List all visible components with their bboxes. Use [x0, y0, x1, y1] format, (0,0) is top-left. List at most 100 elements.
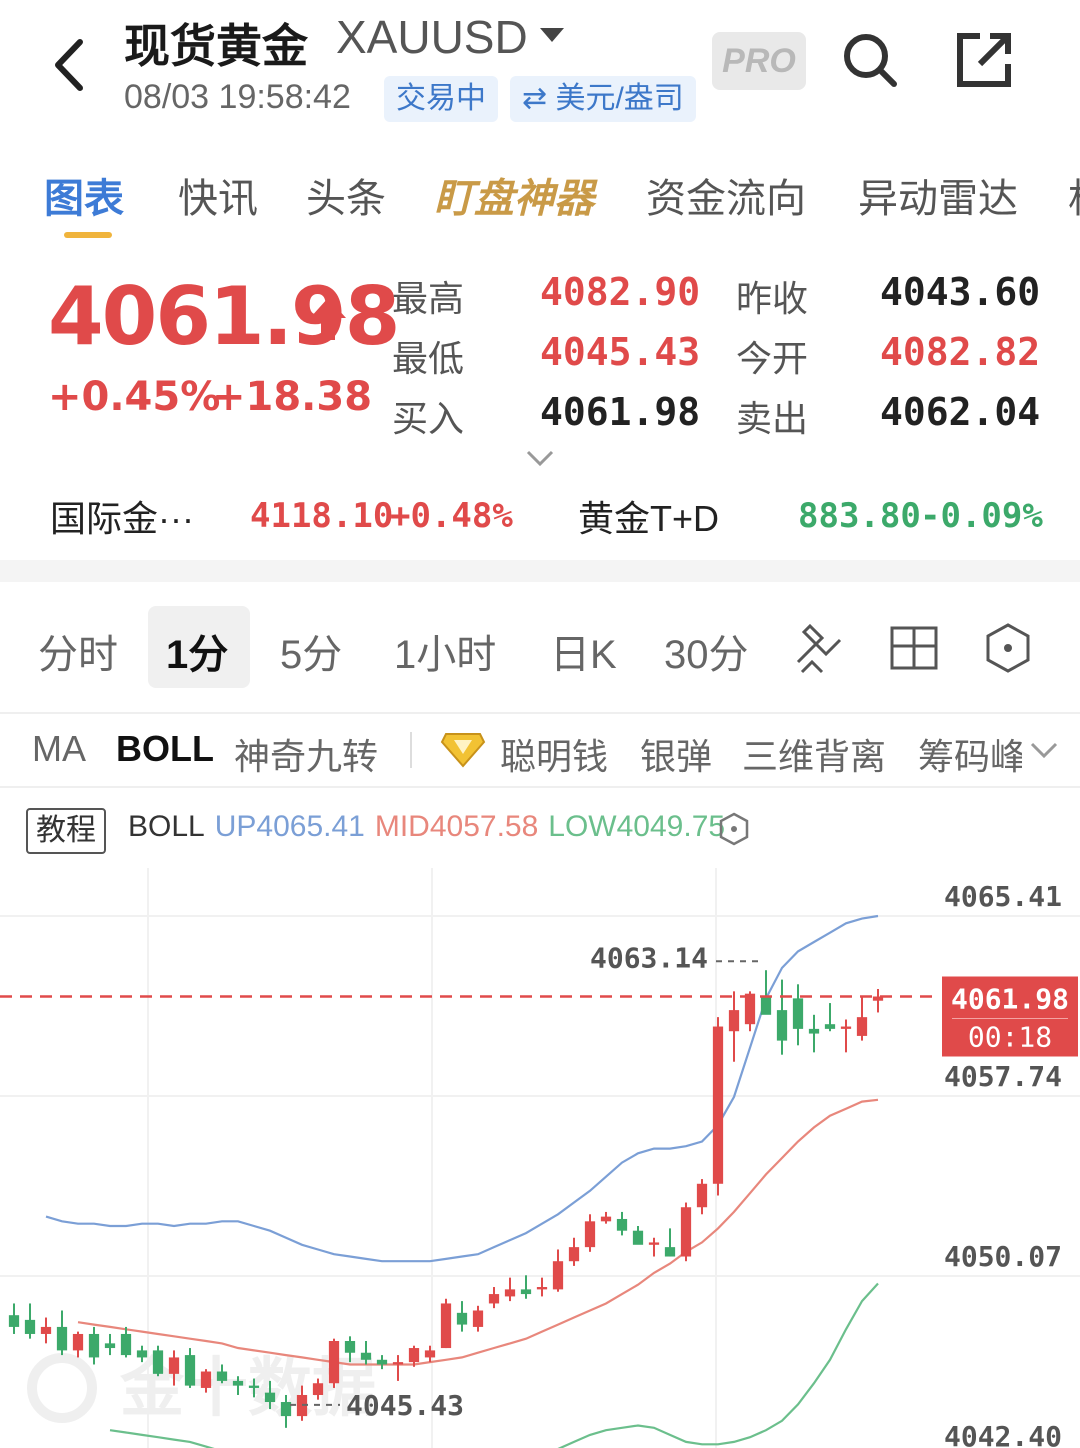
boll-legend-mid: MID4057.58	[374, 810, 539, 843]
candle-body-down	[24, 1319, 36, 1334]
candle-body-up	[552, 1261, 564, 1290]
header: 现货黄金 XAUUSD 08/03 19:58:42 交易中 ⇄ 美元/盎司 P…	[0, 0, 1080, 140]
indicator-ma[interactable]: MA	[32, 728, 86, 770]
prev-close-label: 昨收	[736, 278, 809, 319]
candle-body-down	[264, 1392, 276, 1403]
price-axis-label: 4057.74	[944, 1060, 1062, 1093]
tab-capital-flow[interactable]: 资金流向	[646, 166, 806, 224]
related-name[interactable]: 黄金T+D	[578, 490, 719, 542]
share-icon[interactable]	[954, 30, 1014, 90]
candle-body-down	[760, 996, 772, 1015]
high-marker-label: 4063.14	[590, 941, 708, 974]
tab-headlines[interactable]: 头条	[306, 166, 386, 224]
diamond-icon	[440, 733, 486, 768]
boll-legend-low: LOW4049.75	[548, 810, 726, 843]
expand-chevron-icon[interactable]	[524, 444, 556, 472]
candle-body-down	[88, 1333, 100, 1358]
indicator-chip-peak[interactable]: 筹码峰	[918, 728, 1022, 780]
indicator-boll[interactable]: BOLL	[116, 728, 214, 770]
candle-body-up	[424, 1350, 436, 1358]
related-quotes: 国际金··· 4118.10 +0.48% 黄金T+D 883.80 -0.09…	[0, 490, 1080, 550]
section-separator	[0, 560, 1080, 582]
period-daily[interactable]: 日K	[550, 622, 617, 680]
boll-legend: BOLL UP4065.41 MID4057.58 LOW4049.75	[128, 810, 735, 844]
boll-legend-name: BOLL	[128, 810, 205, 843]
boll-legend-up: UP4065.41	[214, 810, 365, 843]
candle-body-up	[568, 1247, 580, 1262]
candle-body-down	[520, 1289, 532, 1295]
candle-body-up	[392, 1362, 404, 1365]
tab-more[interactable]: 相	[1068, 166, 1080, 224]
candle-body-down	[104, 1343, 116, 1349]
candle-body-up	[584, 1221, 596, 1248]
candle-body-up	[472, 1310, 484, 1327]
candle-body-down	[56, 1326, 68, 1351]
related-change: +0.48%	[390, 496, 513, 536]
candle-body-down	[184, 1355, 196, 1386]
symbol-dropdown-icon[interactable]	[540, 28, 564, 42]
back-arrow-icon[interactable]	[40, 30, 100, 100]
indicator-3d-divergence[interactable]: 三维背离	[742, 728, 886, 780]
bid-value: 4061.98	[540, 390, 701, 434]
indicator-smart-money[interactable]: 聪明钱	[500, 728, 608, 780]
period-30min[interactable]: 30分	[664, 622, 749, 680]
candle-body-down	[808, 1028, 820, 1034]
chart-canvas[interactable]: 金十数据4065.414057.744050.074042.404061.980…	[0, 788, 1080, 1448]
search-icon[interactable]	[840, 30, 900, 90]
tab-active-indicator	[64, 232, 112, 238]
countdown-label: 00:18	[968, 1020, 1052, 1053]
low-marker-label: 4045.43	[346, 1389, 464, 1422]
tab-chart[interactable]: 图表	[44, 166, 124, 224]
candle-body-down	[664, 1247, 676, 1257]
boll-settings-icon[interactable]	[718, 812, 750, 846]
candle-body-up	[744, 993, 756, 1025]
pro-button[interactable]: PRO	[712, 32, 806, 90]
indicator-magic-nine[interactable]: 神奇九转	[234, 728, 378, 780]
related-change: -0.09%	[920, 496, 1043, 536]
ask-label: 卖出	[736, 398, 809, 439]
high-value: 4082.90	[540, 270, 701, 314]
instrument-title: 现货黄金	[124, 20, 308, 72]
related-value: 4118.10	[250, 496, 394, 536]
indicator-silver-bullet[interactable]: 银弹	[640, 728, 712, 780]
candlestick-chart[interactable]: 金十数据 4065.41 4057.74 4050.07 4042.40 4061.98 0…	[0, 788, 1080, 1448]
section-tabs: 图表 快讯 头条 盯盘神器 资金流向 异动雷达 相	[0, 160, 1080, 240]
candle-body-up	[728, 1010, 740, 1032]
candle-body-down	[824, 1024, 836, 1029]
period-selector: 分时 1分 5分 1小时 日K 30分	[0, 600, 1080, 700]
unit-switch-button[interactable]: ⇄ 美元/盎司	[510, 76, 696, 122]
period-1min[interactable]: 1分	[166, 622, 228, 680]
instrument-symbol[interactable]: XAUUSD	[336, 10, 528, 64]
chevron-down-icon[interactable]	[1028, 738, 1060, 762]
candle-body-up	[328, 1341, 340, 1384]
candle-body-up	[168, 1357, 180, 1374]
layout-grid-icon[interactable]	[888, 622, 940, 674]
tutorial-button[interactable]: 教程	[26, 808, 106, 854]
low-value: 4045.43	[540, 330, 701, 374]
period-5min[interactable]: 5分	[280, 622, 342, 680]
low-label: 最低	[392, 338, 465, 379]
indicator-bar: MA BOLL 神奇九转 聪明钱 银弹 三维背离 筹码峰	[0, 714, 1080, 786]
period-time-sharing[interactable]: 分时	[38, 622, 118, 680]
candle-body-up	[712, 1026, 724, 1184]
chart-settings-icon[interactable]	[982, 622, 1034, 674]
tab-anomaly-radar[interactable]: 异动雷达	[858, 166, 1018, 224]
tab-watch-tool[interactable]: 盯盘神器	[434, 166, 594, 224]
up-arrow-icon	[310, 298, 346, 340]
candle-body-down	[456, 1312, 468, 1325]
candle-body-down	[216, 1371, 228, 1381]
watermark-logo-icon	[27, 1353, 97, 1423]
change-value: +18.38	[212, 374, 373, 420]
candle-body-down	[360, 1352, 372, 1360]
related-name[interactable]: 国际金···	[50, 490, 194, 542]
tab-flash-news[interactable]: 快讯	[178, 166, 258, 224]
candle-body-up	[696, 1183, 708, 1208]
drawing-tool-icon[interactable]	[792, 622, 844, 674]
candle-body-down	[776, 1010, 788, 1041]
related-value: 883.80	[798, 496, 921, 536]
prev-close-value: 4043.60	[880, 270, 1041, 314]
candle-body-up	[536, 1287, 548, 1290]
candle-body-down	[344, 1341, 356, 1353]
period-1hour[interactable]: 1小时	[394, 622, 496, 680]
open-value: 4082.82	[880, 330, 1041, 374]
